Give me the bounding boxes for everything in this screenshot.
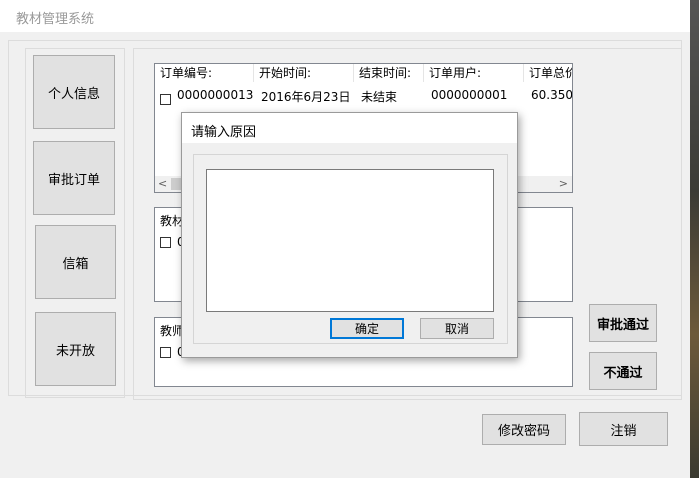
start-time-cell: 2016年6月23日 (261, 90, 351, 104)
end-time-cell: 未结束 (361, 90, 398, 104)
logout-label: 注销 (610, 423, 637, 439)
order-user-cell: 0000000001 (431, 88, 508, 102)
column-header-order-total[interactable]: 订单总价 (524, 64, 572, 82)
column-header-order-id[interactable]: 订单编号: (155, 64, 254, 82)
personal-info-label: 个人信息 (47, 86, 100, 102)
logout-button[interactable]: 注销 (579, 412, 668, 446)
personal-info-button[interactable]: 个人信息 (33, 55, 115, 129)
approve-orders-button[interactable]: 审批订单 (33, 141, 115, 215)
cancel-button[interactable]: 取消 (420, 318, 494, 339)
cancel-label: 取消 (444, 322, 469, 336)
confirm-button[interactable]: 确定 (330, 318, 404, 339)
order-id-cell: 0000000013 (177, 88, 254, 102)
teacher-row-checkbox[interactable] (160, 347, 171, 358)
change-password-label: 修改密码 (497, 424, 550, 439)
desktop-background (690, 0, 699, 478)
dialog-title: 请输入原因 (191, 125, 257, 140)
chevron-left-icon[interactable]: < (158, 177, 167, 190)
materials-row-checkbox[interactable] (160, 237, 171, 248)
change-password-button[interactable]: 修改密码 (482, 414, 566, 445)
mailbox-label: 信箱 (62, 256, 89, 272)
chevron-right-icon[interactable]: > (559, 177, 568, 190)
mailbox-button[interactable]: 信箱 (35, 225, 116, 299)
column-header-end-time[interactable]: 结束时间: (354, 64, 424, 82)
order-total-cell: 60.3500 (531, 88, 573, 102)
confirm-label: 确定 (354, 322, 379, 336)
reason-dialog: 请输入原因 确定 取消 (181, 112, 518, 358)
row-checkbox[interactable] (160, 94, 171, 105)
approve-orders-label: 审批订单 (47, 172, 100, 188)
approve-label: 审批通过 (596, 317, 649, 333)
dialog-title-bar[interactable]: 请输入原因 (182, 113, 517, 143)
window-title: 教材管理系统 (16, 12, 95, 27)
column-header-start-time[interactable]: 开始时间: (254, 64, 354, 82)
column-header-order-user[interactable]: 订单用户: (424, 64, 524, 82)
approve-button[interactable]: 审批通过 (589, 304, 657, 342)
reason-input[interactable] (206, 169, 494, 312)
title-bar[interactable]: 教材管理系统 (0, 0, 690, 32)
reject-button[interactable]: 不通过 (589, 352, 657, 390)
not-open-label: 未开放 (55, 343, 95, 359)
not-open-button[interactable]: 未开放 (35, 312, 116, 386)
reject-label: 不通过 (603, 365, 643, 381)
